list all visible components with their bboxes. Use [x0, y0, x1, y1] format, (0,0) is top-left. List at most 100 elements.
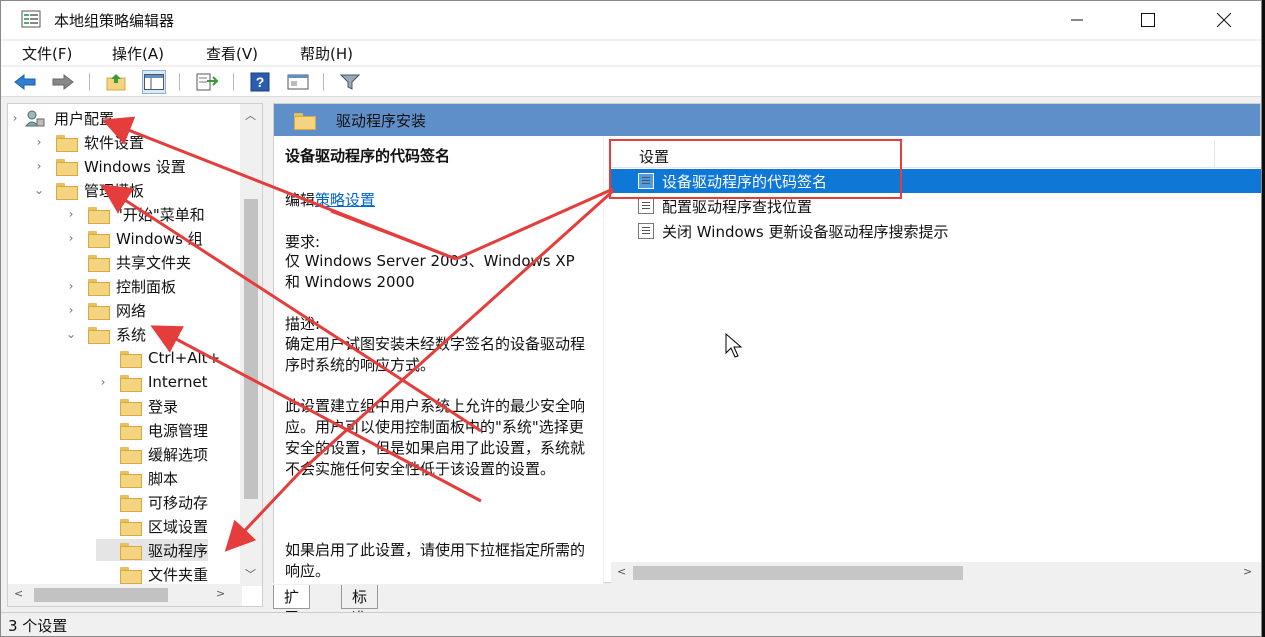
list-scroll-right-icon[interactable]: >: [1243, 565, 1252, 578]
description-scrollbar[interactable]: ︿ ﹀: [603, 136, 604, 584]
description-label: 描述:: [285, 315, 321, 333]
mouse-cursor-icon: [725, 333, 743, 358]
menu-view[interactable]: 查看(V): [206, 43, 258, 64]
tree-item[interactable]: 区域设置: [96, 515, 208, 537]
properties-view-button[interactable]: [286, 70, 310, 94]
tree-item[interactable]: 脚本: [96, 467, 178, 489]
tree-hscroll-thumb[interactable]: [34, 588, 168, 602]
forward-button[interactable]: [51, 70, 75, 94]
tree-vertical-scrollbar[interactable]: ︿ ﹀: [240, 104, 262, 586]
expanded-chevron-icon[interactable]: ⌄: [64, 327, 78, 341]
scroll-up-icon[interactable]: ︿: [245, 107, 256, 123]
tree-item[interactable]: 电源管理: [96, 419, 208, 441]
tree-root-expander[interactable]: ›: [8, 111, 22, 125]
show-hide-tree-button[interactable]: [142, 70, 166, 94]
scroll-down-icon[interactable]: ﹀: [245, 566, 256, 582]
details-header-title: 驱动程序安装: [336, 111, 427, 130]
setting-row-label: 关闭 Windows 更新设备驱动程序搜索提示: [662, 222, 949, 241]
tree-item[interactable]: 驱动程序: [96, 539, 209, 561]
tree-item[interactable]: › 软件设置: [32, 131, 144, 153]
edit-policy-link[interactable]: 策略设置: [315, 191, 375, 209]
tree-item-label: 可移动存: [148, 493, 209, 512]
collapsed-chevron-icon[interactable]: ›: [64, 303, 78, 317]
tree-item[interactable]: 文件夹重: [96, 563, 208, 585]
tree-item[interactable]: › 网络: [64, 299, 146, 321]
status-bar: 3 个设置: [1, 612, 1261, 636]
app-icon: [21, 10, 41, 28]
tree-item[interactable]: 可移动存: [96, 491, 208, 513]
folder-icon: [88, 278, 110, 296]
tab-standard[interactable]: 标准: [341, 585, 379, 627]
policy-setting-icon: [638, 198, 654, 214]
collapsed-chevron-icon[interactable]: ›: [64, 279, 78, 293]
folder-icon: [56, 182, 78, 200]
folder-icon: [88, 206, 110, 224]
folder-icon: [120, 374, 142, 392]
minimize-button[interactable]: [1048, 1, 1106, 39]
tree-item-label: 文件夹重: [148, 565, 209, 584]
user-config-icon: [24, 110, 45, 127]
folder-icon: [120, 398, 142, 416]
collapsed-chevron-icon[interactable]: ›: [32, 159, 46, 173]
window-title: 本地组策略编辑器: [54, 12, 175, 30]
menu-bar: 文件(F) 操作(A) 查看(V) 帮助(H): [1, 41, 1261, 65]
collapsed-chevron-icon[interactable]: ›: [96, 375, 110, 389]
title-bar: 本地组策略编辑器: [1, 1, 1261, 39]
expanded-chevron-icon[interactable]: ⌄: [32, 183, 46, 197]
folder-icon: [56, 134, 78, 152]
tree-item[interactable]: › Internet: [96, 371, 208, 393]
help-button[interactable]: ?: [248, 70, 272, 94]
folder-icon: [88, 326, 110, 344]
up-folder-button[interactable]: [105, 70, 129, 94]
tree-item[interactable]: 共享文件夹: [64, 251, 191, 273]
tree-item-label: 电源管理: [148, 421, 209, 440]
tree-item-label: 网络: [116, 301, 147, 320]
tree-pane: › 用户配置 › 软件设置 › Windows 设置 ⌄ 管理模板 › "开始"菜单和 › Win…: [7, 103, 263, 607]
menu-file[interactable]: 文件(F): [22, 43, 72, 64]
edit-prefix: 编辑: [285, 191, 316, 209]
column-header[interactable]: 设置: [611, 141, 1261, 168]
collapsed-chevron-icon[interactable]: ›: [64, 231, 78, 245]
tree-item[interactable]: ⌄ 系统: [64, 323, 146, 345]
folder-icon: [120, 542, 142, 560]
collapsed-chevron-icon[interactable]: ›: [64, 207, 78, 221]
gpedit-window: 本地组策略编辑器 文件(F) 操作(A) 查看(V) 帮助(H) ? › 用户配…: [0, 0, 1262, 637]
maximize-button[interactable]: [1119, 1, 1177, 39]
tree-item-label: 缓解选项: [148, 445, 209, 464]
status-text: 3 个设置: [8, 617, 68, 635]
tree-item[interactable]: ⌄ 管理模板: [32, 179, 144, 201]
menu-action[interactable]: 操作(A): [112, 43, 164, 64]
scroll-right-icon[interactable]: >: [216, 587, 225, 600]
list-hscroll-thumb[interactable]: [633, 566, 963, 580]
tree-item[interactable]: 登录: [96, 395, 178, 417]
tree-item[interactable]: › 控制面板: [64, 275, 176, 297]
tree-item[interactable]: › Windows 组: [64, 227, 203, 249]
setting-row-label: 配置驱动程序查找位置: [662, 197, 813, 216]
tree-root-user-config[interactable]: › 用户配置: [8, 107, 114, 129]
description-text-2: 此设置建立组中用户系统上允许的最少安全响应。用户可以使用控制面板中的"系统"选择…: [285, 397, 586, 478]
back-button[interactable]: [13, 70, 37, 94]
menu-help[interactable]: 帮助(H): [300, 43, 353, 64]
export-list-button[interactable]: [195, 70, 219, 94]
filter-button[interactable]: [338, 70, 362, 94]
setting-row[interactable]: 设备驱动程序的代码签名: [611, 169, 1261, 193]
list-scroll-left-icon[interactable]: <: [617, 565, 626, 578]
tree-horizontal-scrollbar[interactable]: < >: [8, 584, 242, 606]
folder-icon: [294, 112, 316, 130]
setting-row[interactable]: 关闭 Windows 更新设备驱动程序搜索提示: [611, 219, 1261, 243]
policy-setting-icon: [638, 173, 654, 189]
close-button[interactable]: [1195, 1, 1253, 39]
tree-item[interactable]: Ctrl+Alt+: [96, 347, 220, 369]
column-header-setting[interactable]: 设置: [639, 146, 669, 167]
tree-item[interactable]: › Windows 设置: [32, 155, 186, 177]
collapsed-chevron-icon[interactable]: ›: [32, 135, 46, 149]
scroll-left-icon[interactable]: <: [14, 587, 23, 600]
setting-row[interactable]: 配置驱动程序查找位置: [611, 194, 1261, 218]
folder-icon: [120, 470, 142, 488]
tree-item[interactable]: › "开始"菜单和: [64, 203, 205, 225]
tab-extended[interactable]: 扩展: [273, 585, 311, 627]
tree-item-label: 驱动程序: [148, 541, 209, 560]
tree-vscroll-thumb[interactable]: [244, 199, 258, 499]
tree-item[interactable]: 缓解选项: [96, 443, 208, 465]
list-horizontal-scrollbar[interactable]: < >: [611, 562, 1261, 584]
